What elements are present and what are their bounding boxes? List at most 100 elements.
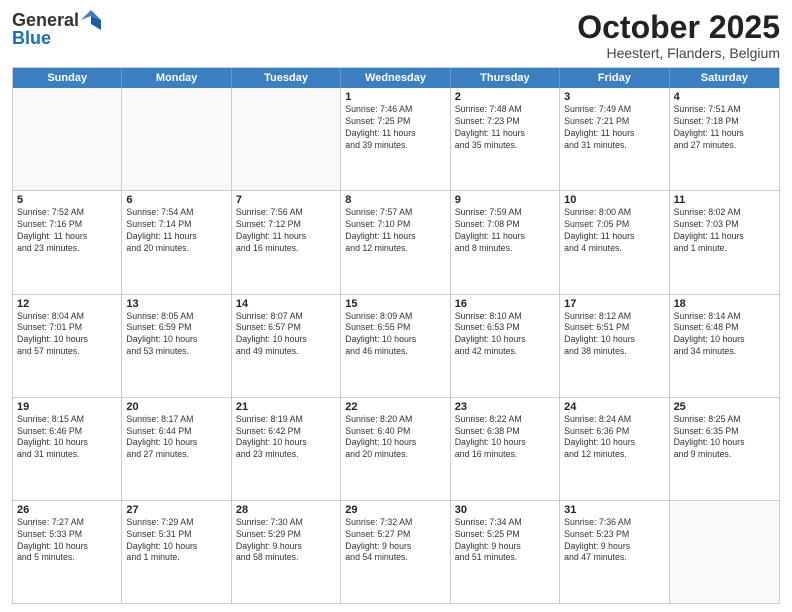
day-number: 25 — [674, 401, 775, 413]
day-info: Sunrise: 7:34 AM Sunset: 5:25 PM Dayligh… — [455, 517, 555, 565]
day-info: Sunrise: 7:49 AM Sunset: 7:21 PM Dayligh… — [564, 104, 664, 152]
calendar-cell-day-15: 15Sunrise: 8:09 AM Sunset: 6:55 PM Dayli… — [341, 295, 450, 397]
calendar-cell-day-6: 6Sunrise: 7:54 AM Sunset: 7:14 PM Daylig… — [122, 191, 231, 293]
day-number: 23 — [455, 401, 555, 413]
day-info: Sunrise: 8:05 AM Sunset: 6:59 PM Dayligh… — [126, 311, 226, 359]
day-info: Sunrise: 8:22 AM Sunset: 6:38 PM Dayligh… — [455, 414, 555, 462]
day-number: 9 — [455, 194, 555, 206]
day-info: Sunrise: 8:15 AM Sunset: 6:46 PM Dayligh… — [17, 414, 117, 462]
calendar-header: SundayMondayTuesdayWednesdayThursdayFrid… — [13, 68, 779, 88]
day-info: Sunrise: 7:56 AM Sunset: 7:12 PM Dayligh… — [236, 207, 336, 255]
calendar-cell-day-12: 12Sunrise: 8:04 AM Sunset: 7:01 PM Dayli… — [13, 295, 122, 397]
weekday-header-thursday: Thursday — [451, 68, 560, 88]
day-info: Sunrise: 7:59 AM Sunset: 7:08 PM Dayligh… — [455, 207, 555, 255]
calendar-cell-day-20: 20Sunrise: 8:17 AM Sunset: 6:44 PM Dayli… — [122, 398, 231, 500]
day-number: 22 — [345, 401, 445, 413]
calendar-cell-day-24: 24Sunrise: 8:24 AM Sunset: 6:36 PM Dayli… — [560, 398, 669, 500]
day-number: 18 — [674, 298, 775, 310]
day-number: 2 — [455, 91, 555, 103]
day-info: Sunrise: 7:46 AM Sunset: 7:25 PM Dayligh… — [345, 104, 445, 152]
calendar-cell-day-7: 7Sunrise: 7:56 AM Sunset: 7:12 PM Daylig… — [232, 191, 341, 293]
day-number: 5 — [17, 194, 117, 206]
logo-blue: Blue — [12, 28, 101, 49]
calendar-row-3: 19Sunrise: 8:15 AM Sunset: 6:46 PM Dayli… — [13, 397, 779, 500]
day-info: Sunrise: 7:54 AM Sunset: 7:14 PM Dayligh… — [126, 207, 226, 255]
weekday-header-monday: Monday — [122, 68, 231, 88]
day-number: 20 — [126, 401, 226, 413]
day-info: Sunrise: 8:04 AM Sunset: 7:01 PM Dayligh… — [17, 311, 117, 359]
calendar-cell-day-18: 18Sunrise: 8:14 AM Sunset: 6:48 PM Dayli… — [670, 295, 779, 397]
day-number: 19 — [17, 401, 117, 413]
calendar-cell-day-14: 14Sunrise: 8:07 AM Sunset: 6:57 PM Dayli… — [232, 295, 341, 397]
calendar-cell-day-19: 19Sunrise: 8:15 AM Sunset: 6:46 PM Dayli… — [13, 398, 122, 500]
month-title: October 2025 — [577, 10, 780, 45]
day-number: 6 — [126, 194, 226, 206]
calendar-cell-empty — [122, 88, 231, 190]
calendar-cell-day-10: 10Sunrise: 8:00 AM Sunset: 7:05 PM Dayli… — [560, 191, 669, 293]
day-info: Sunrise: 8:00 AM Sunset: 7:05 PM Dayligh… — [564, 207, 664, 255]
calendar-cell-empty — [670, 501, 779, 603]
day-number: 1 — [345, 91, 445, 103]
calendar: SundayMondayTuesdayWednesdayThursdayFrid… — [12, 67, 780, 604]
calendar-row-0: 1Sunrise: 7:46 AM Sunset: 7:25 PM Daylig… — [13, 88, 779, 190]
logo: General Blue — [12, 10, 101, 49]
day-info: Sunrise: 8:24 AM Sunset: 6:36 PM Dayligh… — [564, 414, 664, 462]
calendar-cell-day-4: 4Sunrise: 7:51 AM Sunset: 7:18 PM Daylig… — [670, 88, 779, 190]
day-number: 26 — [17, 504, 117, 516]
day-number: 27 — [126, 504, 226, 516]
day-info: Sunrise: 7:51 AM Sunset: 7:18 PM Dayligh… — [674, 104, 775, 152]
day-info: Sunrise: 8:25 AM Sunset: 6:35 PM Dayligh… — [674, 414, 775, 462]
calendar-cell-day-27: 27Sunrise: 7:29 AM Sunset: 5:31 PM Dayli… — [122, 501, 231, 603]
day-number: 31 — [564, 504, 664, 516]
page-header: General Blue October 2025 Heestert, Flan… — [12, 10, 780, 61]
day-number: 7 — [236, 194, 336, 206]
calendar-cell-day-3: 3Sunrise: 7:49 AM Sunset: 7:21 PM Daylig… — [560, 88, 669, 190]
day-info: Sunrise: 7:29 AM Sunset: 5:31 PM Dayligh… — [126, 517, 226, 565]
day-number: 21 — [236, 401, 336, 413]
calendar-container: General Blue October 2025 Heestert, Flan… — [0, 0, 792, 612]
day-number: 30 — [455, 504, 555, 516]
weekday-header-sunday: Sunday — [13, 68, 122, 88]
calendar-row-2: 12Sunrise: 8:04 AM Sunset: 7:01 PM Dayli… — [13, 294, 779, 397]
weekday-header-friday: Friday — [560, 68, 669, 88]
calendar-cell-day-17: 17Sunrise: 8:12 AM Sunset: 6:51 PM Dayli… — [560, 295, 669, 397]
day-number: 13 — [126, 298, 226, 310]
calendar-cell-day-21: 21Sunrise: 8:19 AM Sunset: 6:42 PM Dayli… — [232, 398, 341, 500]
calendar-cell-day-30: 30Sunrise: 7:34 AM Sunset: 5:25 PM Dayli… — [451, 501, 560, 603]
calendar-cell-day-16: 16Sunrise: 8:10 AM Sunset: 6:53 PM Dayli… — [451, 295, 560, 397]
calendar-cell-day-22: 22Sunrise: 8:20 AM Sunset: 6:40 PM Dayli… — [341, 398, 450, 500]
calendar-cell-day-9: 9Sunrise: 7:59 AM Sunset: 7:08 PM Daylig… — [451, 191, 560, 293]
weekday-header-wednesday: Wednesday — [341, 68, 450, 88]
day-info: Sunrise: 8:02 AM Sunset: 7:03 PM Dayligh… — [674, 207, 775, 255]
calendar-cell-day-2: 2Sunrise: 7:48 AM Sunset: 7:23 PM Daylig… — [451, 88, 560, 190]
day-info: Sunrise: 7:27 AM Sunset: 5:33 PM Dayligh… — [17, 517, 117, 565]
day-number: 10 — [564, 194, 664, 206]
logo-icon — [81, 10, 101, 30]
calendar-cell-day-28: 28Sunrise: 7:30 AM Sunset: 5:29 PM Dayli… — [232, 501, 341, 603]
calendar-body: 1Sunrise: 7:46 AM Sunset: 7:25 PM Daylig… — [13, 88, 779, 603]
day-info: Sunrise: 8:17 AM Sunset: 6:44 PM Dayligh… — [126, 414, 226, 462]
calendar-row-1: 5Sunrise: 7:52 AM Sunset: 7:16 PM Daylig… — [13, 190, 779, 293]
calendar-cell-empty — [232, 88, 341, 190]
calendar-cell-day-29: 29Sunrise: 7:32 AM Sunset: 5:27 PM Dayli… — [341, 501, 450, 603]
day-info: Sunrise: 7:30 AM Sunset: 5:29 PM Dayligh… — [236, 517, 336, 565]
day-number: 28 — [236, 504, 336, 516]
weekday-header-saturday: Saturday — [670, 68, 779, 88]
day-number: 12 — [17, 298, 117, 310]
day-info: Sunrise: 8:07 AM Sunset: 6:57 PM Dayligh… — [236, 311, 336, 359]
day-number: 11 — [674, 194, 775, 206]
day-number: 4 — [674, 91, 775, 103]
day-number: 17 — [564, 298, 664, 310]
day-info: Sunrise: 8:10 AM Sunset: 6:53 PM Dayligh… — [455, 311, 555, 359]
day-number: 8 — [345, 194, 445, 206]
calendar-cell-day-1: 1Sunrise: 7:46 AM Sunset: 7:25 PM Daylig… — [341, 88, 450, 190]
location: Heestert, Flanders, Belgium — [577, 45, 780, 61]
calendar-cell-day-11: 11Sunrise: 8:02 AM Sunset: 7:03 PM Dayli… — [670, 191, 779, 293]
calendar-cell-empty — [13, 88, 122, 190]
day-info: Sunrise: 7:36 AM Sunset: 5:23 PM Dayligh… — [564, 517, 664, 565]
day-info: Sunrise: 7:57 AM Sunset: 7:10 PM Dayligh… — [345, 207, 445, 255]
day-number: 3 — [564, 91, 664, 103]
day-info: Sunrise: 7:32 AM Sunset: 5:27 PM Dayligh… — [345, 517, 445, 565]
day-info: Sunrise: 8:14 AM Sunset: 6:48 PM Dayligh… — [674, 311, 775, 359]
title-block: October 2025 Heestert, Flanders, Belgium — [577, 10, 780, 61]
